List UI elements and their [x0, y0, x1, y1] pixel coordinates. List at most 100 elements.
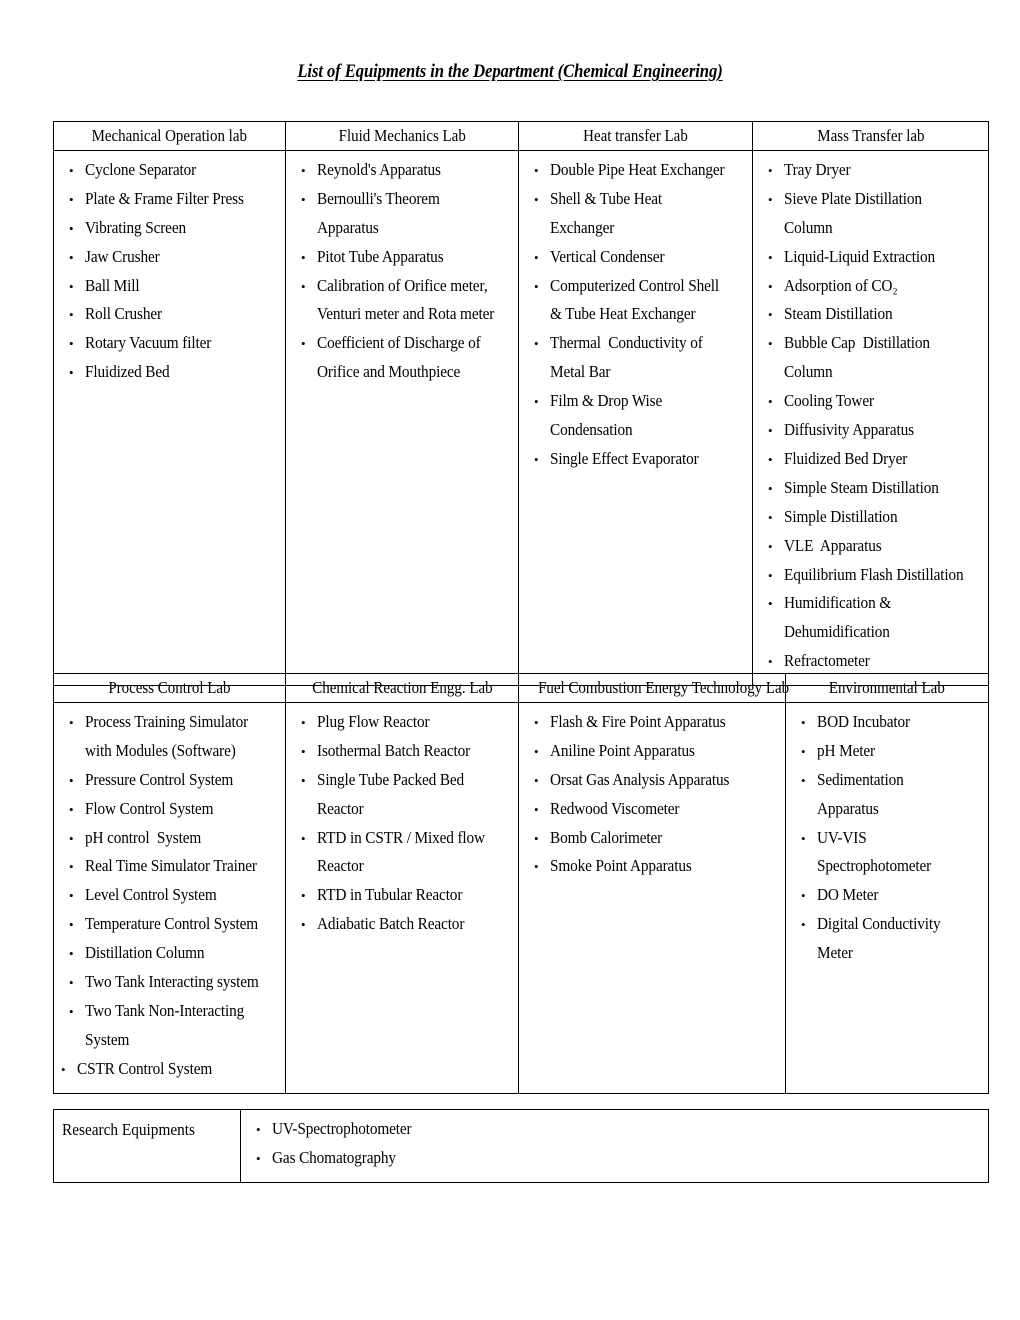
list-item: Liquid-Liquid Extraction	[757, 243, 984, 272]
list-item: Bernoulli's Theorem Apparatus	[290, 185, 514, 243]
equipment-list: UV-Spectrophotometer Gas Chomatography	[245, 1115, 984, 1173]
list-item-label: Diffusivity Apparatus	[784, 420, 914, 440]
list-item-label: Equilibrium Flash Distillation	[784, 564, 964, 584]
table-row: Process Training Simulator with Modules …	[53, 702, 989, 1094]
list-item: Cyclone Separator	[58, 156, 281, 185]
list-item-label: Redwood Viscometer	[550, 798, 680, 818]
list-item-label: pH control System	[85, 827, 202, 847]
list-item-label: Cyclone Separator	[85, 160, 197, 180]
list-item: Reynold's Apparatus	[290, 156, 514, 185]
list-item-label: Plug Flow Reactor	[317, 712, 430, 732]
list-item: Adiabatic Batch Reactor	[290, 910, 514, 939]
list-item-label: Refractometer	[784, 651, 870, 671]
equipment-list: Process Training Simulator with Modules …	[58, 708, 281, 1084]
list-item: Bubble Cap Distillation Column	[757, 329, 984, 387]
table-header-row: Mechanical Operation lab Fluid Mechanics…	[53, 120, 989, 152]
equipment-list-wrapper: Tray Dryer Sieve Plate Distillation Colum…	[753, 151, 988, 685]
list-item-label: CSTR Control System	[77, 1058, 213, 1078]
list-item-label: Simple Distillation	[784, 506, 898, 526]
list-item: Humidification & Dehumidification	[757, 589, 984, 647]
equipment-list: BOD Incubator pH Meter Sedimentation Appar…	[790, 708, 984, 968]
list-item-label: Double Pipe Heat Exchanger	[550, 160, 725, 180]
list-item-label: Orsat Gas Analysis Apparatus	[550, 769, 730, 789]
cell-heat-transfer-lab: Double Pipe Heat Exchanger Shell & Tube H…	[518, 150, 753, 687]
list-item-label: Pressure Control System	[85, 769, 234, 789]
list-item: Smoke Point Apparatus	[523, 852, 781, 881]
list-item: Orsat Gas Analysis Apparatus	[523, 766, 781, 795]
list-item-label: Pitot Tube Apparatus	[317, 246, 444, 266]
list-item-label: Computerized Control Shell & Tube Heat E…	[550, 275, 723, 324]
list-item-label: Single Tube Packed Bed Reactor	[317, 769, 468, 818]
equipment-list: Double Pipe Heat Exchanger Shell & Tube H…	[523, 156, 748, 474]
column-header-fluid-mechanics-lab: Fluid Mechanics Lab	[285, 120, 519, 152]
list-item-label: Humidification & Dehumidification	[784, 593, 895, 642]
list-item-label: BOD Incubator	[817, 712, 911, 732]
list-item: Vertical Condenser	[523, 243, 748, 272]
list-item: Plug Flow Reactor	[290, 708, 514, 737]
list-item-label: Rotary Vacuum filter	[85, 333, 212, 353]
cell-chemical-reaction-engg-lab: Plug Flow Reactor Isothermal Batch Reacto…	[285, 702, 519, 1094]
list-item-label: Jaw Crusher	[85, 246, 160, 266]
list-item-label: Isothermal Batch Reactor	[317, 740, 471, 760]
list-item: Level Control System	[58, 881, 281, 910]
list-item: Roll Crusher	[58, 300, 281, 329]
equipment-list-wrapper: Process Training Simulator with Modules …	[54, 703, 285, 1093]
list-item: Rotary Vacuum filter	[58, 329, 281, 358]
list-item-label: Bubble Cap Distillation Column	[784, 333, 934, 382]
list-item: pH Meter	[790, 737, 984, 766]
table-header-row: Process Control Lab Chemical Reaction En…	[53, 672, 989, 704]
list-item-label: Adiabatic Batch Reactor	[317, 914, 465, 934]
column-header-process-control-lab: Process Control Lab	[53, 672, 286, 704]
list-item-label: Thermal Conductivity of Metal Bar	[550, 333, 707, 382]
list-item-label: Simple Steam Distillation	[784, 477, 939, 497]
list-item: Two Tank Non-Interacting System	[58, 997, 281, 1055]
list-item: Adsorption of CO₂	[757, 272, 984, 301]
list-item: RTD in CSTR / Mixed flow Reactor	[290, 824, 514, 882]
equipment-list-wrapper: Double Pipe Heat Exchanger Shell & Tube H…	[519, 151, 752, 483]
list-item: Sieve Plate Distillation Column	[757, 185, 984, 243]
list-item-label: RTD in CSTR / Mixed flow Reactor	[317, 827, 489, 876]
list-item-label: Sedimentation Apparatus	[817, 769, 907, 818]
list-item-label: VLE Apparatus	[784, 535, 882, 555]
column-header-chemical-reaction-engg-lab: Chemical Reaction Engg. Lab	[285, 672, 519, 704]
list-item: Pressure Control System	[58, 766, 281, 795]
list-item: Bomb Calorimeter	[523, 824, 781, 853]
list-item: CSTR Control System	[58, 1055, 281, 1084]
equipment-list-wrapper: UV-Spectrophotometer Gas Chomatography	[241, 1110, 988, 1182]
list-item: Ball Mill	[58, 272, 281, 301]
list-item-label: Two Tank Interacting system	[85, 972, 259, 992]
equipment-list: Cyclone Separator Plate & Frame Filter Pr…	[58, 156, 281, 387]
cell-fluid-mechanics-lab: Reynold's Apparatus Bernoulli's Theorem A…	[285, 150, 519, 687]
list-item: Cooling Tower	[757, 387, 984, 416]
list-item: UV-Spectrophotometer	[245, 1115, 984, 1144]
list-item-label: Sieve Plate Distillation Column	[784, 188, 926, 237]
equipment-list: Plug Flow Reactor Isothermal Batch Reacto…	[290, 708, 514, 939]
list-item: Double Pipe Heat Exchanger	[523, 156, 748, 185]
list-item: Diffusivity Apparatus	[757, 416, 984, 445]
list-item-label: Bomb Calorimeter	[550, 827, 663, 847]
list-item: BOD Incubator	[790, 708, 984, 737]
list-item-label: Vertical Condenser	[550, 246, 665, 266]
list-item: Steam Distillation	[757, 300, 984, 329]
list-item: Flow Control System	[58, 795, 281, 824]
equipment-list-wrapper: BOD Incubator pH Meter Sedimentation Appar…	[786, 703, 988, 977]
cell-fuel-combustion-energy-technology-lab: Flash & Fire Point Apparatus Aniline Poin…	[518, 702, 786, 1094]
list-item-label: Coefficient of Discharge of Orifice and …	[317, 333, 485, 382]
list-item: Plate & Frame Filter Press	[58, 185, 281, 214]
equipment-list-wrapper: Reynold's Apparatus Bernoulli's Theorem A…	[286, 151, 518, 396]
list-item: Sedimentation Apparatus	[790, 766, 984, 824]
labs-table-first: Mechanical Operation lab Fluid Mechanics…	[53, 120, 989, 687]
column-header-mechanical-operation-lab: Mechanical Operation lab	[53, 120, 286, 152]
list-item-label: Shell & Tube Heat Exchanger	[550, 188, 666, 237]
list-item-label: Aniline Point Apparatus	[550, 740, 695, 760]
list-item-label: Bernoulli's Theorem Apparatus	[317, 188, 443, 237]
list-item-label: Distillation Column	[85, 943, 205, 963]
list-item: Distillation Column	[58, 939, 281, 968]
list-item-label: Real Time Simulator Trainer	[85, 856, 257, 876]
equipment-list-wrapper: Flash & Fire Point Apparatus Aniline Poin…	[519, 703, 785, 890]
column-header-environmental-lab: Environmental Lab	[785, 672, 989, 704]
list-item-label: Adsorption of CO₂	[784, 275, 898, 295]
list-item: Coefficient of Discharge of Orifice and …	[290, 329, 514, 387]
equipment-list-wrapper: Cyclone Separator Plate & Frame Filter Pr…	[54, 151, 285, 396]
list-item-label: Fluidized Bed	[85, 362, 170, 382]
